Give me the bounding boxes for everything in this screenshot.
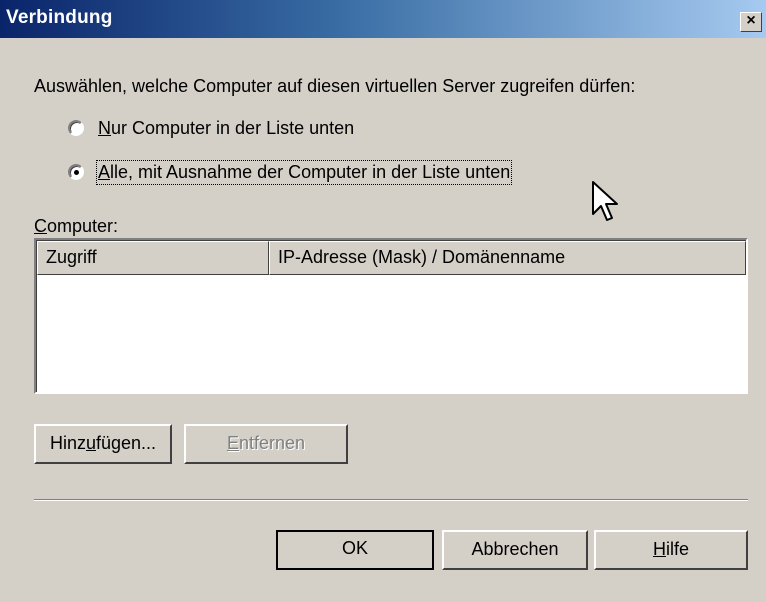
radio-all-except-listed[interactable]: Alle, mit Ausnahme der Computer in der L… bbox=[68, 159, 513, 185]
column-header-ip-address[interactable]: IP-Adresse (Mask) / Domänenname bbox=[269, 241, 746, 275]
mouse-pointer-icon bbox=[592, 181, 618, 221]
radio-label-only-listed[interactable]: Nur Computer in der Liste unten bbox=[98, 118, 354, 139]
computer-list-body[interactable]: Zugriff IP-Adresse (Mask) / Domänenname bbox=[36, 240, 746, 392]
radio-selected-dot bbox=[74, 170, 79, 175]
mnemonic-letter: H bbox=[652, 539, 666, 559]
help-button[interactable]: Hilfe bbox=[594, 530, 748, 570]
radio-label-all-except[interactable]: Alle, mit Ausnahme der Computer in der L… bbox=[95, 159, 513, 185]
connection-dialog: Verbindung × Auswählen, welche Computer … bbox=[0, 0, 766, 602]
ok-button[interactable]: OK bbox=[276, 530, 434, 570]
button-text: Hinz bbox=[49, 433, 86, 453]
add-button[interactable]: Hinzufügen... bbox=[34, 424, 172, 464]
column-header-access[interactable]: Zugriff bbox=[37, 241, 269, 275]
radio-label-text: lle, mit Ausnahme der Computer in der Li… bbox=[110, 161, 511, 182]
title-bar[interactable]: Verbindung × bbox=[0, 0, 766, 38]
mnemonic-letter: u bbox=[85, 433, 96, 453]
mnemonic-letter: C bbox=[34, 216, 47, 236]
button-text: ilfe bbox=[665, 539, 689, 559]
radio-only-listed[interactable]: Nur Computer in der Liste unten bbox=[68, 116, 354, 140]
button-text: ntfernen bbox=[238, 433, 306, 453]
cancel-button[interactable]: Abbrechen bbox=[442, 530, 588, 570]
close-button[interactable]: × bbox=[740, 12, 762, 32]
instruction-text: Auswählen, welche Computer auf diesen vi… bbox=[34, 76, 636, 96]
button-text: fügen... bbox=[95, 433, 157, 453]
remove-button[interactable]: Entfernen bbox=[184, 424, 348, 464]
computer-list[interactable]: Zugriff IP-Adresse (Mask) / Domänenname bbox=[34, 238, 748, 394]
close-icon: × bbox=[746, 12, 756, 29]
radio-button-selected[interactable] bbox=[68, 164, 84, 180]
separator-line bbox=[34, 499, 748, 501]
computer-list-label: Computer: bbox=[34, 216, 118, 237]
window-title: Verbindung bbox=[6, 7, 113, 28]
label-text: omputer: bbox=[47, 216, 119, 236]
radio-button-unselected[interactable] bbox=[68, 120, 84, 136]
mnemonic-letter: E bbox=[226, 433, 239, 453]
radio-label-text: ur Computer in der Liste unten bbox=[111, 117, 355, 138]
mnemonic-letter: A bbox=[98, 161, 111, 182]
mnemonic-letter: N bbox=[98, 117, 111, 138]
